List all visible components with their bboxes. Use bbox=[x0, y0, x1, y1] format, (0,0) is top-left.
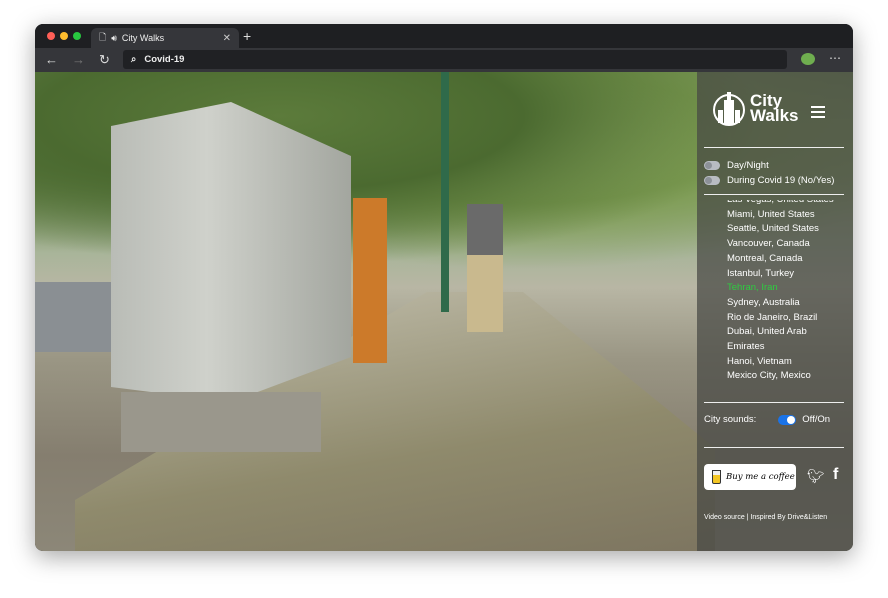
city-list[interactable]: Las Vegas, United StatesMiami, United St… bbox=[704, 200, 844, 390]
city-item[interactable]: Dubai, United Arab Emirates bbox=[704, 325, 844, 354]
video-background: City Walks Day/Night During Covid 19 (No/… bbox=[35, 72, 853, 551]
address-bar[interactable]: ⌕ Covid-19 bbox=[123, 50, 787, 69]
close-icon[interactable]: ✕ bbox=[223, 33, 231, 44]
menu-icon[interactable] bbox=[811, 106, 825, 121]
toggle-label: Day/Night bbox=[727, 160, 769, 171]
city-item[interactable]: Mexico City, Mexico bbox=[704, 369, 844, 384]
divider bbox=[704, 402, 844, 403]
toolbar: ← → ↻ ⌕ Covid-19 ⋯ bbox=[35, 48, 853, 72]
covid-toggle[interactable]: During Covid 19 (No/Yes) bbox=[704, 175, 834, 186]
city-item[interactable]: Miami, United States bbox=[704, 208, 844, 223]
city-item[interactable]: Las Vegas, United States bbox=[704, 200, 844, 208]
buy-me-a-coffee-button[interactable]: Buy me a coffee bbox=[704, 464, 796, 490]
tab-bar: 🗋 🔊︎ City Walks ✕ + bbox=[35, 24, 853, 48]
facebook-icon[interactable]: f bbox=[833, 466, 838, 484]
city-item[interactable]: Rio de Janeiro, Brazil bbox=[704, 311, 844, 326]
sounds-state: Off/On bbox=[802, 414, 831, 425]
maximize-window-button[interactable] bbox=[73, 32, 81, 40]
tab-city-walks[interactable]: 🗋 🔊︎ City Walks ✕ bbox=[91, 28, 239, 48]
city-item[interactable]: Seattle, United States bbox=[704, 222, 844, 237]
speaker-icon[interactable]: 🔊︎ bbox=[111, 33, 117, 44]
toggle-label: During Covid 19 (No/Yes) bbox=[727, 175, 835, 186]
twitter-icon[interactable]: 🐦︎ bbox=[807, 468, 825, 485]
search-icon: ⌕ bbox=[131, 54, 137, 65]
sidebar: City Walks Day/Night During Covid 19 (No/… bbox=[697, 72, 853, 551]
page-icon: 🗋 bbox=[99, 32, 107, 42]
forward-icon[interactable]: → bbox=[72, 52, 85, 67]
city-item[interactable]: Montreal, Canada bbox=[704, 252, 844, 267]
sounds-label: City sounds: bbox=[704, 414, 757, 425]
close-window-button[interactable] bbox=[47, 32, 55, 40]
walking-person bbox=[467, 204, 503, 332]
city-sounds: City sounds: Off/On bbox=[704, 414, 830, 425]
coffee-cup-icon bbox=[712, 470, 721, 484]
city-item[interactable]: Hanoi, Vietnam bbox=[704, 355, 844, 370]
city-item[interactable]: Vancouver, Canada bbox=[704, 237, 844, 252]
coffee-label: Buy me a coffee bbox=[726, 472, 795, 482]
building-logo-icon bbox=[713, 92, 745, 126]
browser-window: 🗋 🔊︎ City Walks ✕ + ← → ↻ ⌕ Covid-19 ⋯ C… bbox=[35, 24, 853, 551]
footer: Video source | Inspired By Drive&Listen bbox=[704, 514, 828, 521]
tab-title: City Walks bbox=[121, 33, 165, 43]
day-night-toggle[interactable]: Day/Night bbox=[704, 160, 769, 171]
city-item[interactable]: Istanbul, Turkey bbox=[704, 267, 844, 282]
reload-icon[interactable]: ↻ bbox=[99, 52, 110, 68]
address-text: Covid-19 bbox=[144, 54, 185, 65]
logo-line2: Walks bbox=[750, 106, 799, 125]
logo[interactable]: City Walks bbox=[712, 90, 799, 126]
extension-icon[interactable] bbox=[801, 53, 815, 65]
city-item[interactable]: Tehran, Iran bbox=[704, 281, 844, 296]
divider bbox=[704, 194, 844, 195]
inspired-link[interactable]: Inspired By Drive&Listen bbox=[750, 514, 827, 521]
plus-icon[interactable]: + bbox=[243, 28, 251, 44]
minimize-window-button[interactable] bbox=[60, 32, 68, 40]
more-icon[interactable]: ⋯ bbox=[829, 51, 841, 65]
divider bbox=[704, 447, 844, 448]
sounds-toggle[interactable] bbox=[778, 414, 797, 425]
cabinet-base bbox=[121, 392, 321, 452]
divider bbox=[704, 147, 844, 148]
video-source-link[interactable]: Video source bbox=[704, 514, 745, 521]
pole bbox=[441, 72, 449, 312]
orange-box bbox=[353, 198, 387, 363]
electrical-cabinet bbox=[111, 102, 351, 402]
back-icon[interactable]: ← bbox=[45, 52, 58, 67]
city-item[interactable]: Sydney, Australia bbox=[704, 296, 844, 311]
